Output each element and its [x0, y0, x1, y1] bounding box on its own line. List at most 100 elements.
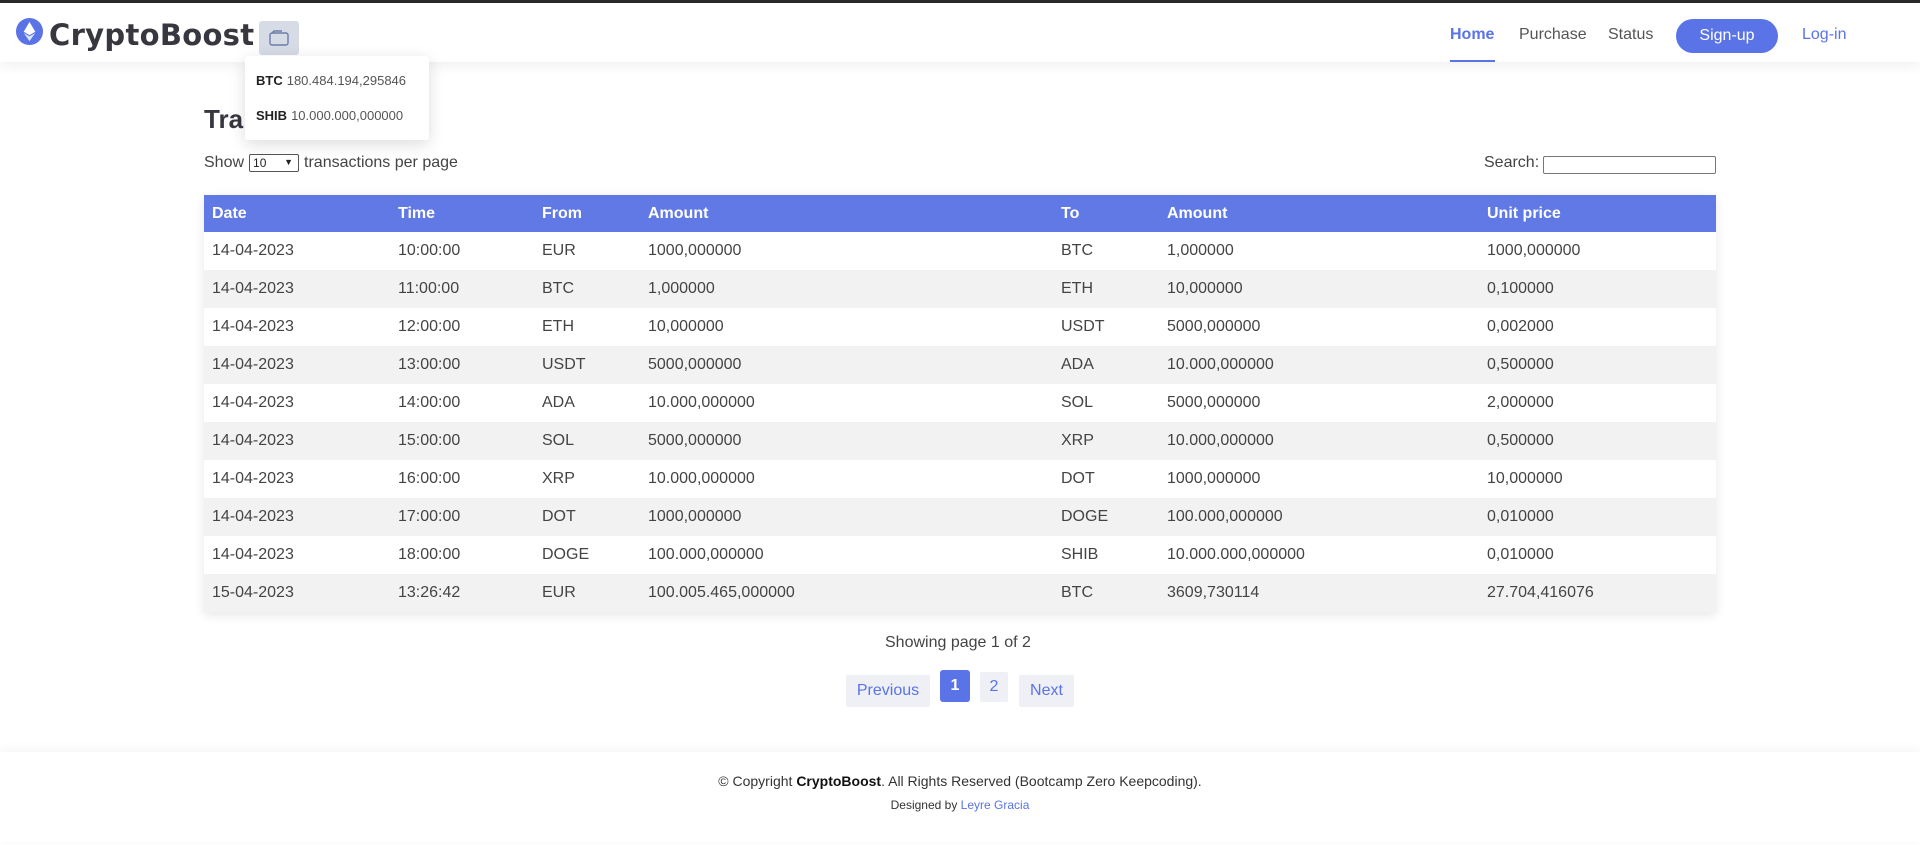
next-page-button[interactable]: Next: [1019, 675, 1074, 707]
cell-time: 12:00:00: [390, 308, 534, 346]
ethereum-logo-icon: [15, 17, 44, 46]
table-row: 14-04-2023 13:00:00 USDT 5000,000000 ADA 10.0…: [204, 346, 1716, 384]
per-page-select[interactable]: 10 ▼: [249, 154, 300, 172]
cell-from-currency: ADA: [534, 384, 640, 422]
cell-unit-price: 0,500000: [1479, 422, 1716, 460]
cell-to-currency: DOT: [1053, 460, 1159, 498]
page-2-button[interactable]: 2: [980, 672, 1008, 702]
copyright-prefix: © Copyright: [718, 773, 793, 789]
cell-time: 11:00:00: [390, 270, 534, 308]
wallet-dropdown: BTC 180.484.194,295846 SHIB 10.000.000,000…: [245, 56, 429, 140]
wallet-amount: 180.484.194,295846: [286, 73, 407, 88]
search-input[interactable]: [1543, 156, 1716, 174]
cell-to-amount: 10.000,000000: [1159, 346, 1479, 384]
cell-date: 15-04-2023: [204, 574, 390, 612]
cell-date: 14-04-2023: [204, 308, 390, 346]
wallet-button[interactable]: [259, 21, 299, 55]
copyright-text: © Copyright CryptoBoost. All Rights Rese…: [0, 773, 1920, 789]
cell-to-currency: BTC: [1053, 574, 1159, 612]
cell-to-amount: 10.000,000000: [1159, 422, 1479, 460]
cell-to-amount: 100.000,000000: [1159, 498, 1479, 536]
wallet-coin: BTC: [256, 73, 283, 88]
cell-time: 14:00:00: [390, 384, 534, 422]
cell-to-amount: 5000,000000: [1159, 384, 1479, 422]
cell-date: 14-04-2023: [204, 422, 390, 460]
cell-time: 15:00:00: [390, 422, 534, 460]
copyright-suffix: . All Rights Reserved (Bootcamp Zero Kee…: [881, 773, 1202, 789]
cell-time: 13:26:42: [390, 574, 534, 612]
cell-from-amount: 5000,000000: [640, 346, 1053, 384]
cell-unit-price: 0,500000: [1479, 346, 1716, 384]
cell-time: 16:00:00: [390, 460, 534, 498]
cell-to-currency: BTC: [1053, 232, 1159, 270]
column-header-unit-price[interactable]: Unit price: [1479, 195, 1716, 232]
cell-unit-price: 2,000000: [1479, 384, 1716, 422]
cell-unit-price: 0,002000: [1479, 308, 1716, 346]
cell-to-amount: 1000,000000: [1159, 460, 1479, 498]
cell-from-amount: 1000,000000: [640, 498, 1053, 536]
per-page-value: 10: [253, 156, 267, 170]
cell-from-currency: BTC: [534, 270, 640, 308]
column-header-from-amount[interactable]: Amount: [640, 195, 1053, 232]
cell-time: 18:00:00: [390, 536, 534, 574]
cell-unit-price: 1000,000000: [1479, 232, 1716, 270]
cell-to-currency: SOL: [1053, 384, 1159, 422]
cell-date: 14-04-2023: [204, 232, 390, 270]
cell-from-amount: 10.000,000000: [640, 384, 1053, 422]
column-header-to-amount[interactable]: Amount: [1159, 195, 1479, 232]
table-row: 14-04-2023 14:00:00 ADA 10.000,000000 SOL 500…: [204, 384, 1716, 422]
cell-to-currency: USDT: [1053, 308, 1159, 346]
page-length-control: Show 10 ▼ transactions per page: [204, 154, 458, 172]
cell-unit-price: 0,010000: [1479, 498, 1716, 536]
cell-unit-price: 27.704,416076: [1479, 574, 1716, 612]
cell-to-currency: SHIB: [1053, 536, 1159, 574]
cell-from-currency: EUR: [534, 232, 640, 270]
wallet-balance-item: BTC 180.484.194,295846: [256, 73, 406, 88]
cell-to-currency: XRP: [1053, 422, 1159, 460]
wallet-balance-item: SHIB 10.000.000,000000: [256, 108, 403, 123]
nav-home-link[interactable]: Home: [1450, 25, 1494, 45]
table-row: 14-04-2023 10:00:00 EUR 1000,000000 BTC 1,000…: [204, 232, 1716, 270]
cell-to-amount: 10.000.000,000000: [1159, 536, 1479, 574]
table-row: 15-04-2023 13:26:42 EUR 100.005.465,000000 B…: [204, 574, 1716, 612]
pagination-info: Showing page 1 of 2: [885, 634, 1031, 651]
column-header-from[interactable]: From: [534, 195, 640, 232]
cell-to-amount: 5000,000000: [1159, 308, 1479, 346]
table-row: 14-04-2023 11:00:00 BTC 1,000000 ETH 10,00000…: [204, 270, 1716, 308]
page-1-button[interactable]: 1: [940, 670, 970, 702]
cell-from-amount: 10.000,000000: [640, 460, 1053, 498]
cell-to-currency: DOGE: [1053, 498, 1159, 536]
cell-time: 17:00:00: [390, 498, 534, 536]
table-header-row: Date Time From Amount To Amount Unit pri…: [204, 195, 1716, 232]
column-header-time[interactable]: Time: [390, 195, 534, 232]
designer-link[interactable]: Leyre Gracia: [961, 798, 1030, 812]
cell-date: 14-04-2023: [204, 460, 390, 498]
nav-login-link[interactable]: Log-in: [1802, 25, 1846, 45]
cell-from-amount: 10,000000: [640, 308, 1053, 346]
designed-by-text: Designed by Leyre Gracia: [0, 798, 1920, 812]
chevron-down-icon: ▼: [284, 157, 294, 167]
show-label: Show: [204, 154, 245, 171]
cell-from-currency: XRP: [534, 460, 640, 498]
nav-status-link[interactable]: Status: [1608, 25, 1653, 45]
cell-date: 14-04-2023: [204, 498, 390, 536]
brand-logo[interactable]: CryptoBoost: [49, 18, 254, 52]
previous-page-button[interactable]: Previous: [846, 675, 930, 707]
signup-button[interactable]: Sign-up: [1676, 19, 1778, 53]
column-header-to[interactable]: To: [1053, 195, 1159, 232]
cell-time: 10:00:00: [390, 232, 534, 270]
nav-purchase-link[interactable]: Purchase: [1519, 25, 1587, 45]
wallet-amount: 10.000.000,000000: [291, 108, 404, 123]
table-body: 14-04-2023 10:00:00 EUR 1000,000000 BTC 1,000…: [204, 232, 1716, 612]
cell-to-amount: 3609,730114: [1159, 574, 1479, 612]
cell-from-currency: SOL: [534, 422, 640, 460]
column-header-date[interactable]: Date: [204, 195, 390, 232]
table-row: 14-04-2023 18:00:00 DOGE 100.000,000000 SHIB…: [204, 536, 1716, 574]
cell-unit-price: 0,010000: [1479, 536, 1716, 574]
cell-from-currency: DOGE: [534, 536, 640, 574]
cell-to-currency: ETH: [1053, 270, 1159, 308]
cell-from-currency: DOT: [534, 498, 640, 536]
table-row: 14-04-2023 16:00:00 XRP 10.000,000000 DOT 100…: [204, 460, 1716, 498]
designed-prefix: Designed by: [890, 798, 958, 812]
transactions-table: Date Time From Amount To Amount Unit pri…: [204, 195, 1716, 612]
